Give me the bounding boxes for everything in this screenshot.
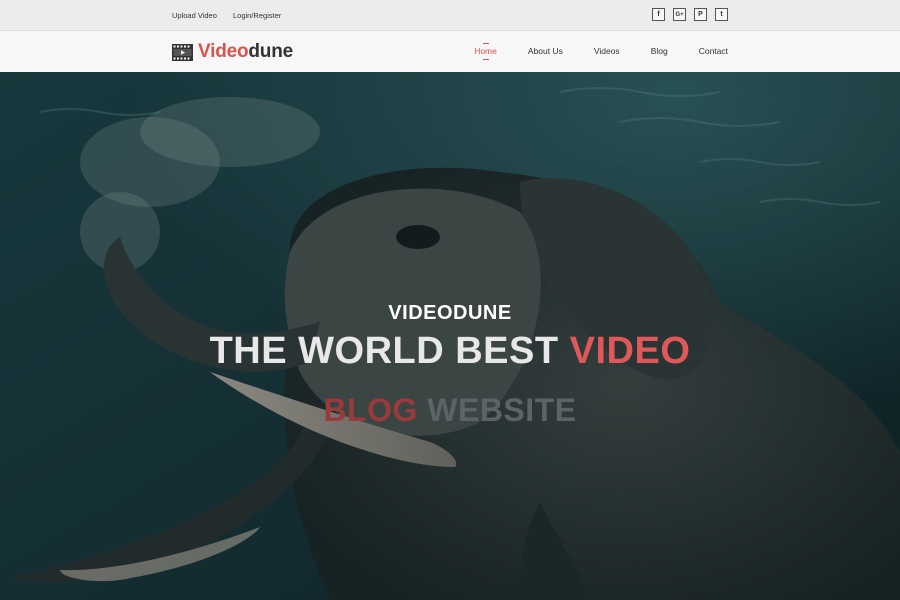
upload-video-link[interactable]: Upload Video (172, 11, 217, 20)
film-icon (172, 43, 193, 61)
hero-banner: VIDEODUNE THE WORLD BEST VIDEO BLOG WEBS… (0, 72, 900, 600)
nav-blog[interactable]: Blog (651, 46, 668, 56)
social-links: f G+ P t (652, 8, 728, 21)
nav-contact[interactable]: Contact (699, 46, 728, 56)
twitter-icon[interactable]: t (715, 8, 728, 21)
nav-home[interactable]: Home (474, 46, 497, 56)
nav-about-us[interactable]: About Us (528, 46, 563, 56)
pinterest-icon[interactable]: P (694, 8, 707, 21)
login-register-link[interactable]: Login/Register (233, 11, 281, 20)
hero-headline: THE WORLD BEST VIDEO (209, 330, 691, 372)
facebook-icon[interactable]: f (652, 8, 665, 21)
logo-text: Videodune (198, 41, 293, 62)
hero-eyebrow: VIDEODUNE (388, 302, 512, 324)
main-menu: Home About Us Videos Blog Contact (474, 46, 728, 56)
site-logo[interactable]: Videodune (172, 41, 293, 63)
main-navbar: Videodune Home About Us Videos Blog Cont… (0, 31, 900, 72)
top-bar: Upload Video Login/Register f G+ P t (0, 0, 900, 31)
google-plus-icon[interactable]: G+ (673, 8, 686, 21)
nav-videos[interactable]: Videos (594, 46, 620, 56)
top-links: Upload Video Login/Register (172, 11, 295, 20)
hero-subline: BLOG WEBSITE (323, 392, 577, 428)
